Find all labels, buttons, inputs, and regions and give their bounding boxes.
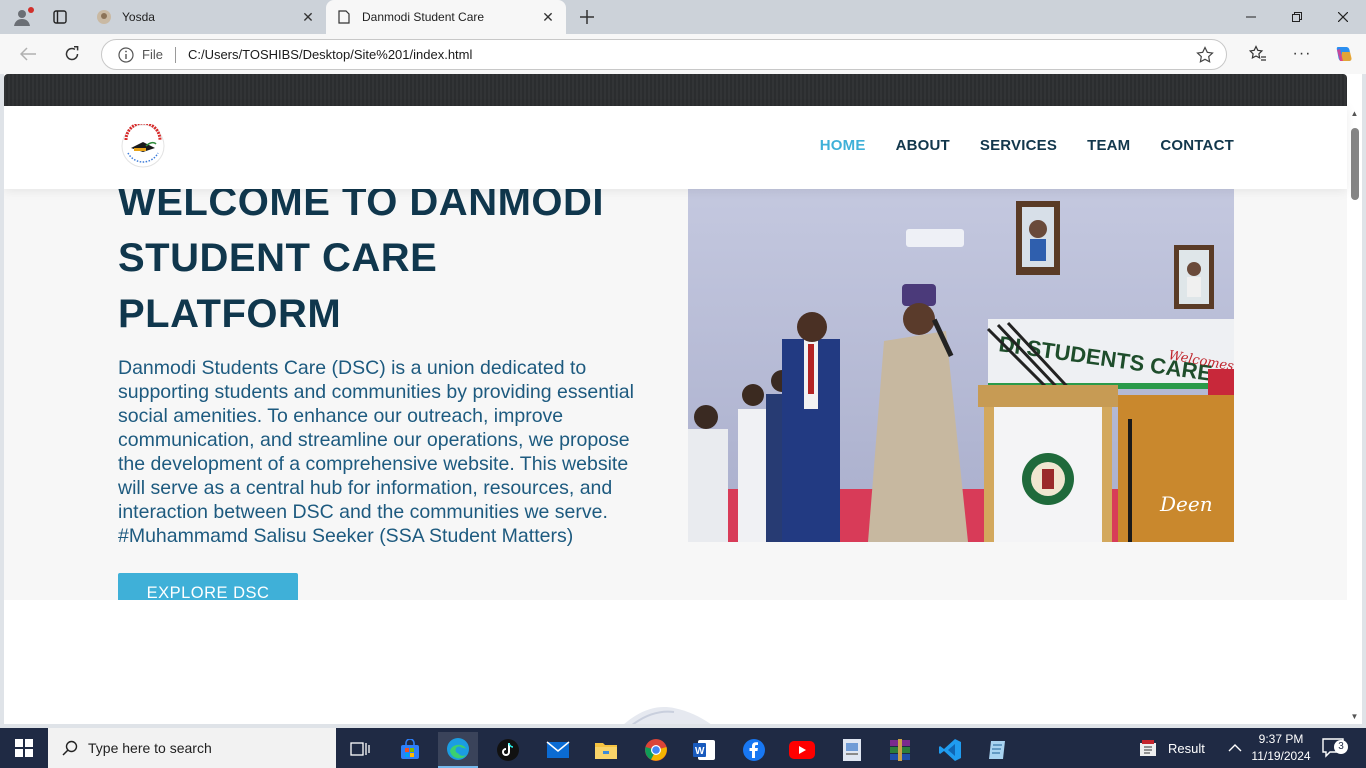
info-icon[interactable]	[118, 46, 134, 63]
page-scrollbar[interactable]: ▲ ▼	[1347, 106, 1362, 724]
tab-danmodi[interactable]: Danmodi Student Care ✕	[326, 0, 566, 34]
search-placeholder: Type here to search	[88, 740, 212, 756]
refresh-icon	[65, 46, 79, 61]
minimize-icon	[1246, 16, 1256, 18]
winrar-icon[interactable]	[880, 732, 920, 768]
taskbar-search[interactable]: Type here to search	[48, 728, 336, 768]
web-viewport: HOME ABOUT SERVICES TEAM CONTACT WELCOME…	[4, 74, 1362, 724]
document-icon	[336, 9, 352, 25]
chrome-icon[interactable]	[636, 732, 676, 768]
notification-center-button[interactable]: 3	[1322, 728, 1348, 768]
youtube-icon[interactable]	[782, 732, 822, 768]
microsoft-store-icon[interactable]	[390, 732, 430, 768]
address-separator	[174, 46, 176, 63]
explore-dsc-button[interactable]: EXPLORE DSC	[118, 573, 298, 600]
notification-dot	[28, 7, 34, 13]
close-icon	[1338, 12, 1348, 22]
windows-taskbar: Type here to search W Result 9:37 PM 11/…	[0, 728, 1366, 768]
clock-date: 11/19/2024	[1251, 749, 1311, 763]
copilot-button[interactable]	[1328, 40, 1360, 68]
close-window-button[interactable]	[1320, 0, 1366, 34]
decorative-shape	[624, 707, 711, 724]
search-icon	[62, 740, 78, 756]
new-tab-button[interactable]	[574, 5, 600, 29]
file-explorer-icon[interactable]	[586, 732, 626, 768]
dsc-logo[interactable]	[118, 124, 168, 168]
close-tab-icon[interactable]: ✕	[296, 5, 320, 29]
tiktok-icon[interactable]	[488, 732, 528, 768]
svg-text:W: W	[695, 746, 705, 757]
edge-browser-icon[interactable]	[438, 732, 478, 768]
copilot-icon	[1336, 47, 1352, 61]
news-widget-icon	[1140, 740, 1156, 756]
tab-strip: Yosda ✕ Danmodi Student Care ✕	[0, 0, 1366, 34]
tab-title: Yosda	[122, 10, 155, 24]
tab-actions-icon	[53, 10, 67, 24]
scrollbar-thumb[interactable]	[1351, 128, 1359, 200]
tab-title: Danmodi Student Care	[362, 10, 485, 24]
chevron-up-icon	[1228, 744, 1242, 752]
favorites-list-icon	[1249, 45, 1266, 61]
more-dots-icon: ···	[1292, 45, 1312, 62]
refresh-button[interactable]	[56, 40, 88, 68]
clock-time: 9:37 PM	[1258, 732, 1304, 746]
windows-logo-icon	[15, 739, 33, 757]
yosda-favicon-icon	[96, 9, 112, 25]
notepad-icon[interactable]	[978, 732, 1018, 768]
nav-team[interactable]: TEAM	[1087, 137, 1130, 154]
show-hidden-icons-button[interactable]	[1228, 728, 1242, 768]
tab-actions-button[interactable]	[46, 5, 74, 29]
start-button[interactable]	[0, 728, 48, 768]
nav-about[interactable]: ABOUT	[896, 137, 950, 154]
restore-button[interactable]	[1274, 0, 1320, 34]
photo-watermark: Deen	[1159, 492, 1213, 516]
tray-result-label: Result	[1168, 740, 1205, 756]
hero-title: WELCOME TO DANMODI STUDENT CARE PLATFORM	[118, 189, 605, 336]
url-scheme: File	[142, 47, 163, 62]
address-bar[interactable]: File C:/Users/TOSHIBS/Desktop/Site%201/i…	[101, 39, 1227, 70]
main-nav: HOME ABOUT SERVICES TEAM CONTACT	[820, 137, 1234, 154]
site-top-bar	[4, 74, 1347, 106]
tray-result[interactable]: Result	[1138, 728, 1205, 768]
settings-menu-button[interactable]: ···	[1286, 40, 1318, 68]
scroll-down-icon[interactable]: ▼	[1350, 712, 1359, 721]
nav-services[interactable]: SERVICES	[980, 137, 1057, 154]
plus-icon	[580, 10, 594, 24]
scroll-up-icon[interactable]: ▲	[1350, 109, 1359, 118]
profile-button[interactable]	[8, 5, 36, 29]
facebook-icon[interactable]	[734, 732, 774, 768]
document-viewer-icon[interactable]	[832, 732, 872, 768]
back-arrow-icon	[20, 47, 36, 61]
task-view-icon[interactable]	[340, 732, 380, 768]
hero-section: WELCOME TO DANMODI STUDENT CARE PLATFORM…	[4, 189, 1347, 600]
site-navbar: HOME ABOUT SERVICES TEAM CONTACT	[4, 106, 1347, 189]
favorites-button[interactable]	[1242, 40, 1274, 68]
mail-icon[interactable]	[538, 732, 578, 768]
browser-toolbar: File C:/Users/TOSHIBS/Desktop/Site%201/i…	[0, 34, 1366, 74]
notification-count-badge: 3	[1334, 740, 1348, 754]
hero-description: Danmodi Students Care (DSC) is a union d…	[118, 357, 634, 547]
nav-home[interactable]: HOME	[820, 137, 866, 154]
back-button[interactable]	[12, 40, 44, 68]
word-icon[interactable]: W	[684, 732, 724, 768]
tab-yosda[interactable]: Yosda ✕	[86, 0, 326, 34]
minimize-button[interactable]	[1228, 0, 1274, 34]
close-tab-icon[interactable]: ✕	[536, 5, 560, 29]
vscode-icon[interactable]	[930, 732, 970, 768]
url-text[interactable]: C:/Users/TOSHIBS/Desktop/Site%201/index.…	[188, 47, 472, 62]
hero-photo: DI STUDENTS CARE Welcomes You	[688, 189, 1234, 542]
favorite-star-icon[interactable]	[1196, 46, 1214, 64]
taskbar-clock[interactable]: 9:37 PM 11/19/2024	[1250, 731, 1312, 765]
nav-contact[interactable]: CONTACT	[1160, 137, 1234, 154]
restore-icon	[1292, 12, 1302, 22]
